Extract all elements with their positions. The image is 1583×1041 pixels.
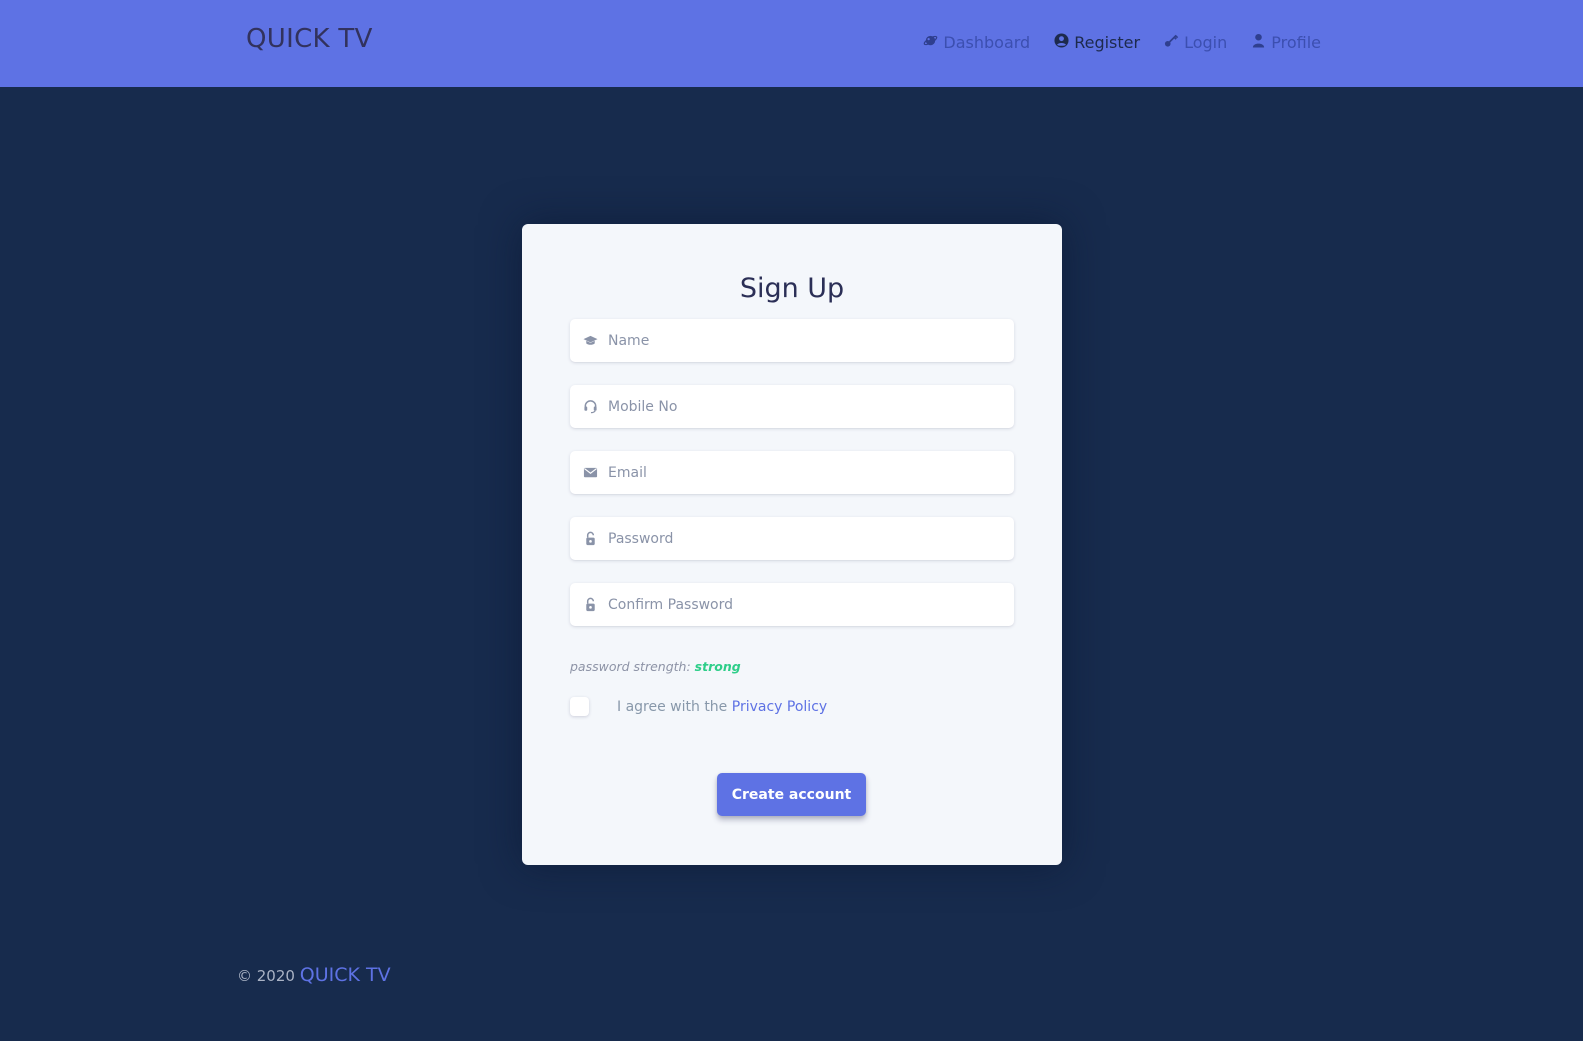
password-strength: password strength: strong — [570, 659, 741, 674]
password-input[interactable] — [608, 518, 1014, 559]
agree-checkbox[interactable] — [570, 697, 589, 716]
email-input[interactable] — [608, 452, 1014, 493]
nav-item-profile[interactable]: Profile — [1251, 33, 1321, 52]
copyright-text: © 2020 — [237, 967, 295, 985]
user-circle-icon — [1054, 33, 1069, 52]
planet-icon — [923, 33, 938, 52]
main-nav: Dashboard Register Login Profile — [923, 33, 1321, 52]
footer: © 2020 QUICK TV — [237, 964, 391, 986]
privacy-policy-link[interactable]: Privacy Policy — [732, 699, 827, 715]
nav-item-dashboard[interactable]: Dashboard — [923, 33, 1030, 52]
confirm-password-field-group — [570, 583, 1014, 626]
name-input[interactable] — [608, 320, 1014, 361]
email-field-group — [570, 451, 1014, 494]
envelope-icon — [570, 465, 608, 480]
user-icon — [1251, 33, 1266, 52]
create-account-button[interactable]: Create account — [717, 773, 866, 816]
confirm-password-input[interactable] — [608, 584, 1014, 625]
page-title: Sign Up — [739, 273, 845, 304]
mobile-field-group — [570, 385, 1014, 428]
nav-label-login: Login — [1184, 33, 1228, 52]
nav-label-register: Register — [1074, 33, 1141, 52]
nav-item-login[interactable]: Login — [1164, 33, 1227, 52]
key-icon — [1164, 33, 1179, 52]
graduation-cap-icon — [570, 333, 608, 348]
nav-label-dashboard: Dashboard — [943, 33, 1031, 52]
signup-card: Sign Up password strength: strong — [522, 224, 1062, 865]
footer-brand-link[interactable]: QUICK TV — [300, 964, 391, 986]
agree-text: I agree with the — [617, 698, 728, 715]
privacy-agreement: I agree with the Privacy Policy — [570, 697, 827, 716]
nav-item-register[interactable]: Register — [1054, 33, 1140, 52]
nav-label-profile: Profile — [1271, 33, 1321, 52]
strength-label: password strength: — [570, 659, 691, 674]
headset-icon — [570, 399, 608, 414]
top-navbar: QUICK TV Dashboard Register Login Profil… — [0, 0, 1583, 87]
lock-icon — [570, 531, 608, 546]
strength-value: strong — [694, 659, 741, 674]
brand-logo[interactable]: QUICK TV — [246, 24, 373, 54]
password-field-group — [570, 517, 1014, 560]
mobile-input[interactable] — [608, 386, 1014, 427]
agree-label: I agree with the Privacy Policy — [617, 699, 827, 715]
name-field-group — [570, 319, 1014, 362]
lock-icon — [570, 597, 608, 612]
